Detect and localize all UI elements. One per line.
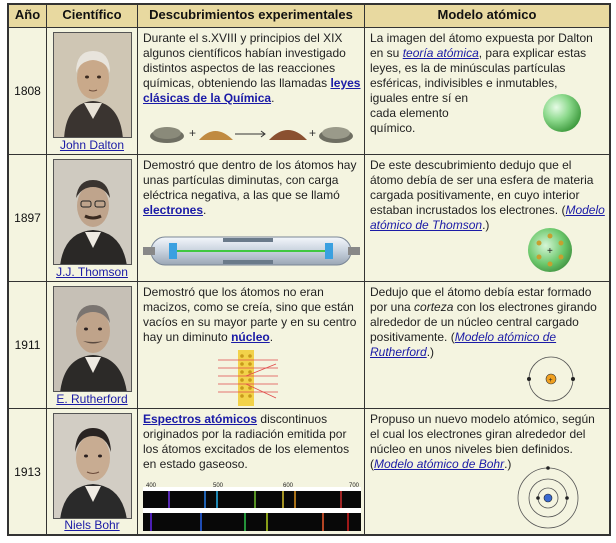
svg-text:+: + [549,377,553,384]
model-text: Dedujo que el átomo debía estar formado … [370,285,597,359]
header-scientist: Científico [47,5,138,27]
dalton-sphere-icon [543,94,581,132]
bohr-model-link[interactable]: Modelo atómico de Bohr [374,457,504,471]
year-cell: 1897 [14,211,41,225]
bohr-portrait-image[interactable] [53,413,132,519]
model-text-tail: iguales entre sí en cada elemento químic… [370,91,469,135]
discovery-text: Espectros atómicos discontinuos originad… [143,412,350,471]
header-year: Año [9,5,47,27]
table-header: Año Científico Descubrimientos experimen… [9,5,609,27]
thomson-portrait-image[interactable] [53,159,132,265]
atomic-spectra-link[interactable]: Espectros atómicos [143,412,257,426]
scientist-name-link[interactable]: John Dalton [47,138,137,152]
header-model: Modelo atómico [437,7,537,22]
model-text: Propuso un nuevo modelo atómico, según e… [370,412,595,471]
chemical-reaction-illustration: + + [150,126,353,143]
atomic-models-table: Año Científico Descubrimientos experimen… [7,3,611,536]
svg-text:+: + [547,246,553,257]
electrons-link[interactable]: electrones [143,203,203,217]
rutherford-model-icon: + [527,356,575,402]
spectrum-tick-500: 500 [213,483,224,489]
year-cell: 1808 [14,84,41,98]
scientist-name-link[interactable]: J.J. Thomson [47,265,137,279]
svg-text:+: + [309,126,316,140]
atomic-theory-link[interactable]: teoría atómica [403,46,479,60]
table-row: 1911 E. Rutherford Demostró que los átom… [9,281,609,408]
year-cell: 1913 [14,464,41,479]
thomson-model-icon: + [528,228,572,272]
nucleus-link[interactable]: núcleo [231,330,270,344]
table-row: 1913 Niels Bohr Espectros atómicos disco… [9,408,609,534]
bohr-model-icon [517,466,579,529]
year-cell: 1911 [14,338,41,352]
discovery-text: Demostró que dentro de los átomos hay un… [143,158,357,217]
dalton-portrait-image[interactable] [53,32,132,138]
model-text: De este descubrimiento dedujo que el áto… [370,158,605,232]
header-discoveries: Descubrimientos experimentales [138,5,365,27]
table-row: 1897 J.J. Thomson Demostró que dentro de… [9,154,609,281]
model-text: La imagen del átomo expuesta por Dalton … [370,31,593,90]
spectrum-tick-700: 700 [349,483,360,489]
discovery-text: Durante el s.XVIII y principios del XIX … [143,31,361,105]
gold-foil-experiment-illustration [218,350,278,406]
svg-text:+: + [189,126,196,140]
atomic-spectrum-illustration: 400 500 600 700 [143,483,361,531]
scientist-name-link[interactable]: Niels Bohr [47,518,137,532]
spectrum-tick-600: 600 [283,483,294,489]
rutherford-portrait-image[interactable] [53,286,132,392]
scientist-name-link[interactable]: E. Rutherford [47,392,137,406]
discovery-text: Demostró que los átomos no eran macizos,… [143,285,357,344]
spectrum-tick-400: 400 [146,483,157,489]
cathode-ray-tube-illustration [143,236,360,266]
table-row: 1808 John Dalton Durante el s.XVIII y pr… [9,27,609,154]
